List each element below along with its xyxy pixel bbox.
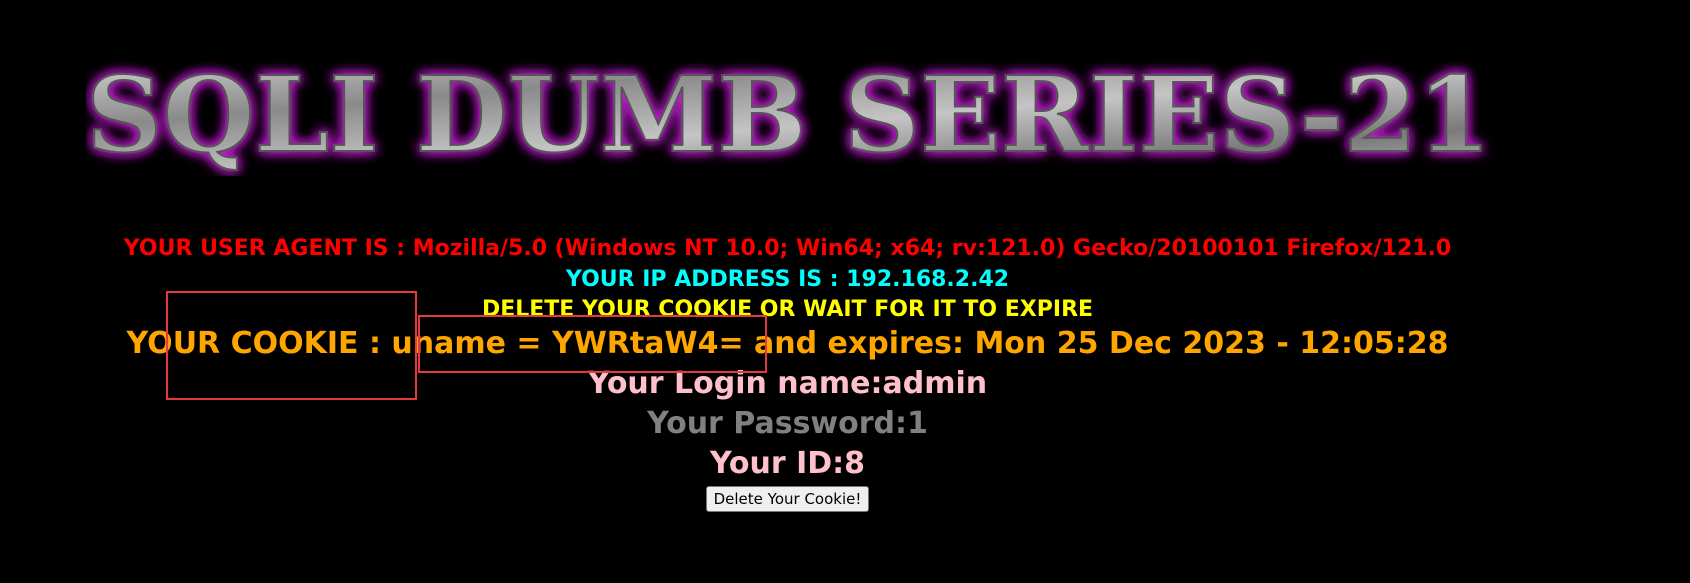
cookie-text: YOUR COOKIE : uname = YWRtaW4= and expir… [126,326,1449,361]
password-text: Your Password:1 [647,406,928,441]
title-banner-text: SQLI DUMB SERIES-21 [86,56,1491,176]
login-name-text: Your Login name:admin [587,366,988,401]
delete-cookie-form: Delete Your Cookie! [0,486,1575,512]
title-banner: SQLI DUMB SERIES-21 [86,56,1496,176]
delete-cookie-message: DELETE YOUR COOKIE OR WAIT FOR IT TO EXP… [481,297,1094,322]
user-id-text: Your ID:8 [709,446,866,481]
delete-cookie-button[interactable]: Delete Your Cookie! [705,486,870,512]
page: SQLI DUMB SERIES-21 YOUR USER AGENT IS :… [0,0,1690,583]
title-banner-graphic: SQLI DUMB SERIES-21 [86,56,1492,176]
ip-address-text: YOUR IP ADDRESS IS : 192.168.2.42 [565,267,1010,292]
user-agent-text: YOUR USER AGENT IS : Mozilla/5.0 (Window… [123,236,1452,261]
